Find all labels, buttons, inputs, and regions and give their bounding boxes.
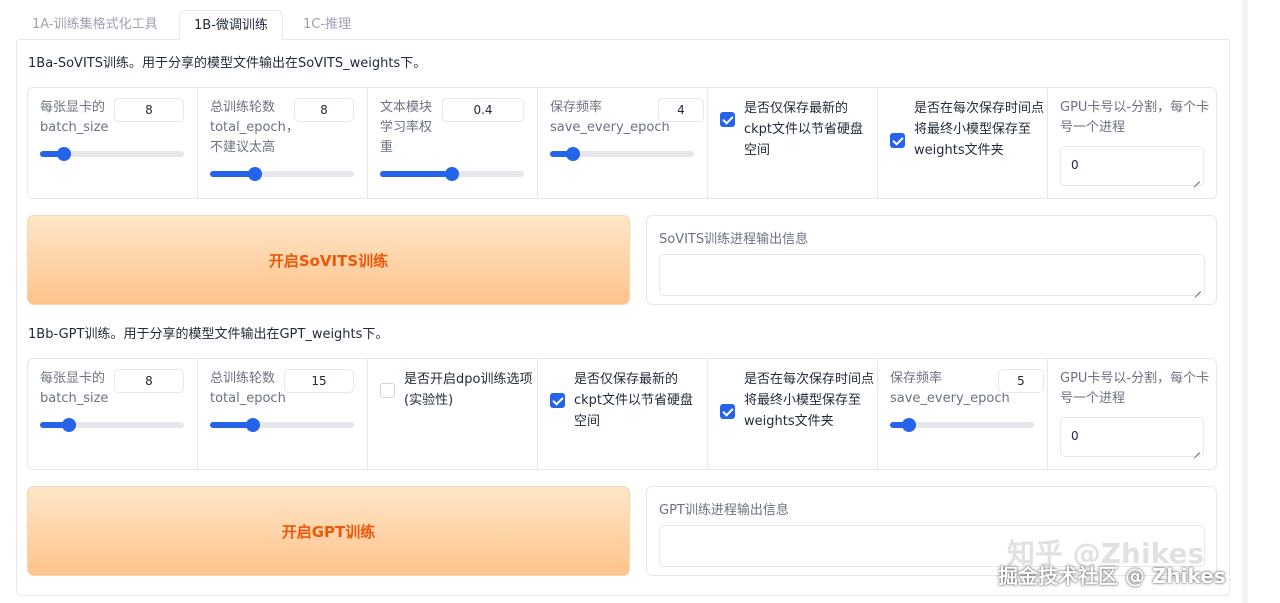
gpt-save-latest-checkbox[interactable] (550, 393, 565, 408)
start-sovits-training-label: 开启SoVITS训练 (268, 252, 389, 270)
sovits-save-every-input[interactable]: 4 (658, 98, 704, 122)
gpt-gpu-value: 0 (1071, 429, 1079, 443)
gpt-dpo-label: 是否开启dpo训练选项(实验性) (404, 372, 533, 408)
gpt-total-epoch-cell: 总训练轮数total_epoch 15 (198, 359, 368, 469)
sovits-save-latest-checkbox[interactable] (720, 112, 735, 127)
sovits-gpu-label: GPU卡号以-分割，每个卡号一个进程 (1060, 100, 1210, 135)
gpt-save-latest-cell: 是否仅保存最新的ckpt文件以节省硬盘空间 (538, 359, 708, 469)
sovits-gpu-value: 0 (1071, 158, 1079, 172)
gpt-batch-size-slider[interactable] (40, 418, 184, 432)
sovits-gpu-cell: GPU卡号以-分割，每个卡号一个进程 0 (1048, 88, 1216, 198)
sovits-params-row: 每张显卡的batch_size 8 总训练轮数total_epoch，不建议太高… (27, 87, 1217, 199)
sovits-gpu-input[interactable]: 0 (1060, 146, 1204, 186)
tab-inference[interactable]: 1C-推理 (289, 10, 365, 40)
gpt-save-latest-label: 是否仅保存最新的ckpt文件以节省硬盘空间 (574, 372, 694, 429)
watermark-lower: 掘金技术社区 @ Zhikes (998, 564, 1226, 588)
sovits-total-epoch-slider[interactable] (210, 167, 354, 181)
sovits-batch-size-cell: 每张显卡的batch_size 8 (28, 88, 198, 198)
gpt-total-epoch-label: 总训练轮数total_epoch (210, 371, 286, 406)
gpt-params-row: 每张显卡的batch_size 8 总训练轮数total_epoch 15 是否… (27, 358, 1217, 470)
start-gpt-training-button[interactable]: 开启GPT训练 (27, 486, 630, 576)
start-sovits-training-button[interactable]: 开启SoVITS训练 (27, 215, 630, 305)
sovits-save-every-label: 保存频率save_every_epoch (550, 100, 670, 135)
gpt-save-every-slider[interactable] (890, 418, 1034, 432)
sovits-text-lr-cell: 文本模块学习率权重 0.4 (368, 88, 538, 198)
gpt-batch-size-cell: 每张显卡的batch_size 8 (28, 359, 198, 469)
gpt-save-every-cell: 保存频率save_every_epoch 5 (878, 359, 1048, 469)
gpt-dpo-cell: 是否开启dpo训练选项(实验性) (368, 359, 538, 469)
sovits-output-label: SoVITS训练进程输出信息 (659, 232, 809, 247)
gpt-save-small-checkbox[interactable] (720, 404, 735, 419)
gpt-gpu-label: GPU卡号以-分割，每个卡号一个进程 (1060, 371, 1210, 406)
sovits-total-epoch-input[interactable]: 8 (294, 98, 354, 122)
gpt-save-every-label: 保存频率save_every_epoch (890, 371, 1010, 406)
gpt-batch-size-input[interactable]: 8 (114, 369, 184, 393)
gpt-gpu-cell: GPU卡号以-分割，每个卡号一个进程 0 (1048, 359, 1216, 469)
gpt-section-title: 1Bb-GPT训练。用于分享的模型文件输出在GPT_weights下。 (28, 327, 389, 342)
tab-bar: 1A-训练集格式化工具 1B-微调训练 1C-推理 (18, 10, 1230, 41)
sovits-save-small-label: 是否在每次保存时间点将最终小模型保存至weights文件夹 (914, 101, 1045, 158)
resize-handle-icon[interactable] (1192, 445, 1200, 453)
start-gpt-training-label: 开启GPT训练 (281, 523, 376, 541)
sovits-save-small-checkbox[interactable] (890, 133, 905, 148)
slider-handle[interactable] (901, 418, 916, 432)
slider-handle[interactable] (246, 418, 261, 432)
gpt-save-every-input[interactable]: 5 (998, 369, 1044, 393)
resize-handle-icon[interactable] (1193, 284, 1201, 292)
gpt-total-epoch-slider[interactable] (210, 418, 354, 432)
slider-handle[interactable] (247, 167, 262, 181)
sovits-batch-size-input[interactable]: 8 (114, 98, 184, 122)
sovits-save-latest-label: 是否仅保存最新的ckpt文件以节省硬盘空间 (744, 101, 864, 158)
sovits-save-every-slider[interactable] (550, 147, 694, 161)
resize-handle-icon[interactable] (1192, 174, 1200, 182)
tab-dataset-format[interactable]: 1A-训练集格式化工具 (18, 10, 172, 40)
gpt-batch-size-label: 每张显卡的batch_size (40, 371, 109, 406)
slider-handle[interactable] (57, 147, 72, 161)
sovits-save-small-cell: 是否在每次保存时间点将最终小模型保存至weights文件夹 (878, 88, 1048, 198)
sovits-batch-size-label: 每张显卡的batch_size (40, 100, 109, 135)
slider-handle[interactable] (61, 418, 76, 432)
sovits-output-textarea[interactable] (659, 254, 1205, 296)
gpt-gpu-input[interactable]: 0 (1060, 417, 1204, 457)
sovits-section-title: 1Ba-SoVITS训练。用于分享的模型文件输出在SoVITS_weights下… (28, 56, 427, 71)
gpt-save-small-label: 是否在每次保存时间点将最终小模型保存至weights文件夹 (744, 372, 875, 429)
sovits-text-lr-slider[interactable] (380, 167, 524, 181)
sovits-save-every-cell: 保存频率save_every_epoch 4 (538, 88, 708, 198)
slider-handle[interactable] (445, 167, 459, 181)
sovits-output-box: SoVITS训练进程输出信息 (646, 215, 1217, 305)
tab-finetune[interactable]: 1B-微调训练 (179, 10, 283, 41)
gpt-dpo-checkbox[interactable] (380, 383, 395, 398)
sovits-total-epoch-label: 总训练轮数total_epoch，不建议太高 (210, 100, 299, 155)
slider-handle[interactable] (566, 147, 581, 161)
sovits-batch-size-slider[interactable] (40, 147, 184, 161)
sovits-text-lr-input[interactable]: 0.4 (442, 98, 524, 122)
gpt-save-small-cell: 是否在每次保存时间点将最终小模型保存至weights文件夹 (708, 359, 878, 469)
gpt-output-label: GPT训练进程输出信息 (659, 503, 789, 518)
sovits-save-latest-cell: 是否仅保存最新的ckpt文件以节省硬盘空间 (708, 88, 878, 198)
page-scrollbar[interactable] (1242, 0, 1248, 603)
gpt-total-epoch-input[interactable]: 15 (284, 369, 354, 393)
sovits-total-epoch-cell: 总训练轮数total_epoch，不建议太高 8 (198, 88, 368, 198)
sovits-text-lr-label: 文本模块学习率权重 (380, 100, 433, 155)
